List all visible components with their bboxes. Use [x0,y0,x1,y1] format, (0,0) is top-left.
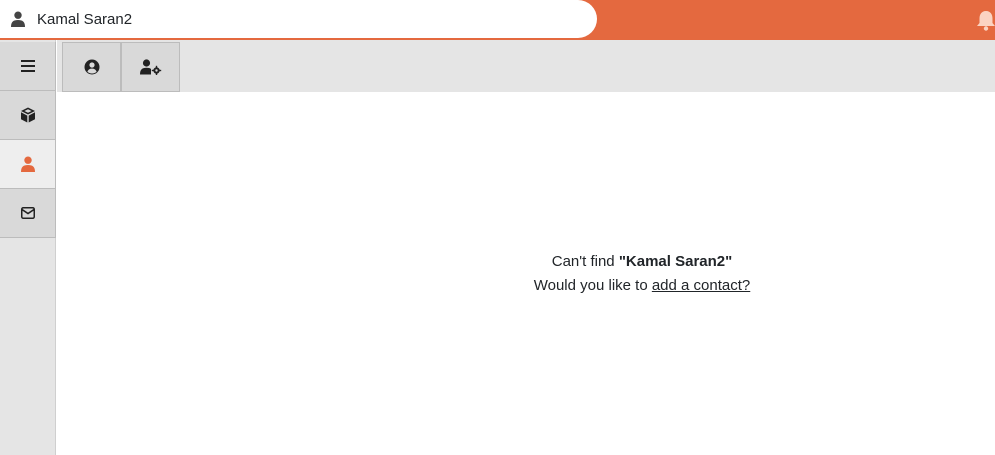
user-circle-icon [84,59,99,75]
tab-bar [57,40,995,92]
sidebar [0,40,56,455]
box-icon [20,107,35,123]
bell-icon[interactable] [975,9,995,31]
tab-user-settings[interactable] [121,42,180,92]
search-bar [0,0,597,38]
not-found-line: Can't find "Kamal Saran2" [57,250,995,274]
envelope-icon [20,207,35,219]
tab-profile[interactable] [62,42,121,92]
sidebar-item-contacts[interactable] [0,140,56,189]
user-icon [11,11,25,27]
hamburger-icon [20,60,35,72]
top-bar [0,0,995,40]
not-found-prefix: Can't find [551,253,615,270]
sidebar-item-products[interactable] [0,91,56,140]
add-contact-line: Would you like to add a contact? [57,274,995,298]
search-query: "Kamal Saran2" [618,253,733,270]
empty-state-message: Can't find "Kamal Saran2" Would you like… [57,250,995,298]
main-content: Can't find "Kamal Saran2" Would you like… [57,92,995,455]
user-cog-icon [139,59,161,75]
search-input[interactable] [37,8,577,30]
add-contact-prefix: Would you like to [533,277,648,294]
sidebar-item-messages[interactable] [0,189,56,238]
user-icon [20,156,35,172]
sidebar-item-menu[interactable] [0,42,56,91]
add-contact-link[interactable]: add a contact? [652,277,750,294]
